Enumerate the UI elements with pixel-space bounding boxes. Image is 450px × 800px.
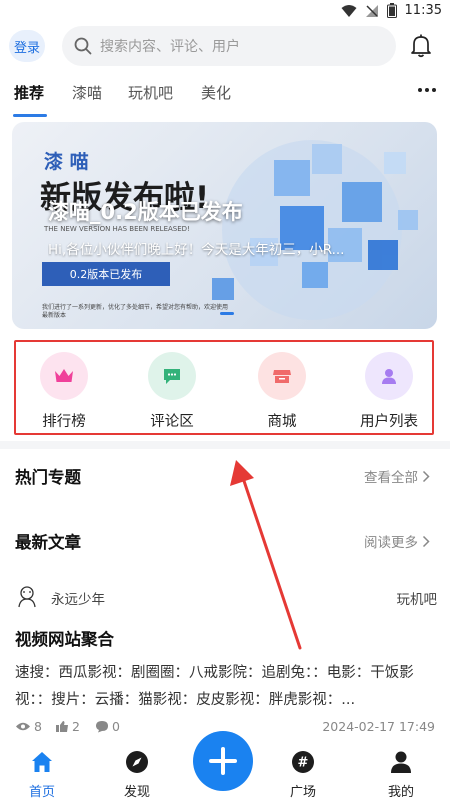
view-all-link[interactable]: 查看全部 bbox=[364, 466, 430, 486]
latest-articles-title: 最新文章 bbox=[15, 533, 81, 552]
user-icon bbox=[365, 352, 413, 400]
quick-label-comments: 评论区 bbox=[150, 414, 194, 430]
chat-icon bbox=[148, 352, 196, 400]
svg-text:#: # bbox=[298, 756, 309, 771]
comments-stat[interactable]: 0 bbox=[95, 719, 120, 734]
plus-icon bbox=[209, 747, 237, 775]
bell-icon[interactable] bbox=[410, 34, 432, 58]
likes-count: 2 bbox=[72, 719, 80, 734]
banner-carousel[interactable]: 漆 喵 新版发布啦! THE NEW VERSION HAS BEEN RELE… bbox=[12, 122, 437, 329]
search-placeholder: 搜索内容、评论、用户 bbox=[100, 39, 240, 55]
nav-home-label: 首页 bbox=[28, 785, 55, 800]
quick-access-highlight: 排行榜 评论区 商城 用户列表 bbox=[14, 340, 434, 435]
more-icon[interactable] bbox=[418, 88, 436, 92]
status-time: 11:35 bbox=[404, 3, 442, 18]
add-post-button[interactable] bbox=[193, 731, 253, 791]
quick-label-ranking: 排行榜 bbox=[42, 414, 86, 430]
comment-icon bbox=[96, 721, 108, 733]
nav-home[interactable]: 首页 bbox=[10, 750, 74, 800]
article-title[interactable]: 视频网站聚合 bbox=[15, 626, 114, 650]
status-icons: 11:35 bbox=[341, 3, 442, 18]
view-all-label: 查看全部 bbox=[364, 470, 418, 486]
active-tab-indicator bbox=[13, 114, 47, 117]
compass-icon bbox=[126, 751, 148, 773]
tab-qimiao[interactable]: 漆喵 bbox=[72, 82, 102, 103]
latest-articles-header: 最新文章 阅读更多 bbox=[0, 525, 450, 555]
banner-brand-text: 漆 喵 bbox=[44, 150, 89, 173]
read-more-label: 阅读更多 bbox=[364, 535, 418, 551]
banner-title: 漆喵_0.2版本已发布 bbox=[48, 200, 243, 224]
nav-plaza[interactable]: # 广场 bbox=[271, 750, 335, 800]
header: 登录 搜索内容、评论、用户 bbox=[0, 24, 450, 68]
article-excerpt[interactable]: 速搜：西瓜影视：剧圈圈：八戒影院：追剧兔：：电影：干饭影视：：搜片：云播：猫影视… bbox=[15, 660, 437, 714]
thumbs-up-icon bbox=[56, 721, 68, 732]
search-icon bbox=[74, 37, 92, 55]
hashtag-icon: # bbox=[292, 751, 314, 773]
banner-tagline-text: THE NEW VERSION HAS BEEN RELEASED! bbox=[43, 225, 190, 233]
article-category-tag[interactable]: 玩机吧 bbox=[397, 588, 438, 608]
article-date: 2024-02-17 17:49 bbox=[322, 719, 435, 734]
quick-item-comments[interactable]: 评论区 bbox=[127, 352, 217, 432]
no-signal-icon bbox=[365, 4, 378, 17]
tab-recommend[interactable]: 推荐 bbox=[14, 82, 44, 103]
nav-discover-label: 发现 bbox=[123, 785, 150, 800]
profile-icon bbox=[391, 751, 411, 773]
section-divider bbox=[0, 441, 450, 449]
home-icon bbox=[32, 752, 52, 772]
comments-count: 0 bbox=[112, 719, 120, 734]
search-input[interactable]: 搜索内容、评论、用户 bbox=[62, 26, 396, 66]
read-more-link[interactable]: 阅读更多 bbox=[364, 531, 430, 551]
quick-label-shop: 商城 bbox=[267, 414, 297, 430]
banner-small-text: 我们进行了一系列更新，优化了多处细节，希望对您有帮助，欢迎使用最新版本 bbox=[42, 304, 229, 319]
views-count: 8 bbox=[34, 719, 42, 734]
carousel-indicator bbox=[220, 312, 234, 315]
likes-stat[interactable]: 2 bbox=[55, 719, 80, 734]
chevron-right-icon bbox=[422, 470, 430, 482]
tab-beautify[interactable]: 美化 bbox=[201, 82, 231, 103]
nav-discover[interactable]: 发现 bbox=[105, 750, 169, 800]
banner-version-badge: 0.2版本已发布 bbox=[42, 262, 170, 286]
category-tabs: 推荐 漆喵 玩机吧 美化 bbox=[0, 74, 450, 118]
views-stat: 8 bbox=[15, 719, 42, 734]
quick-item-shop[interactable]: 商城 bbox=[237, 352, 327, 432]
quick-item-user-list[interactable]: 用户列表 bbox=[344, 352, 434, 432]
quick-label-user-list: 用户列表 bbox=[360, 414, 418, 430]
article-author-row[interactable]: 永远少年 玩机吧 bbox=[15, 584, 437, 610]
chevron-right-icon bbox=[422, 535, 430, 547]
avatar bbox=[18, 586, 36, 608]
crown-icon bbox=[40, 352, 88, 400]
login-button[interactable]: 登录 bbox=[9, 30, 45, 62]
banner-subtitle: Hi,各位小伙伴们晚上好！今天是大年初三，小R... bbox=[48, 242, 345, 258]
status-bar: 11:35 bbox=[0, 0, 450, 22]
author-name: 永远少年 bbox=[51, 592, 105, 608]
tab-wanjiba[interactable]: 玩机吧 bbox=[128, 82, 173, 103]
wifi-icon bbox=[341, 4, 357, 17]
nav-me-label: 我的 bbox=[387, 785, 414, 800]
shop-icon bbox=[258, 352, 306, 400]
eye-icon bbox=[16, 722, 30, 731]
quick-item-ranking[interactable]: 排行榜 bbox=[19, 352, 109, 432]
nav-me[interactable]: 我的 bbox=[369, 750, 433, 800]
nav-plaza-label: 广场 bbox=[289, 785, 316, 800]
hot-topics-title: 热门专题 bbox=[15, 468, 81, 487]
hot-topics-header: 热门专题 查看全部 bbox=[0, 460, 450, 490]
battery-icon bbox=[386, 3, 397, 18]
